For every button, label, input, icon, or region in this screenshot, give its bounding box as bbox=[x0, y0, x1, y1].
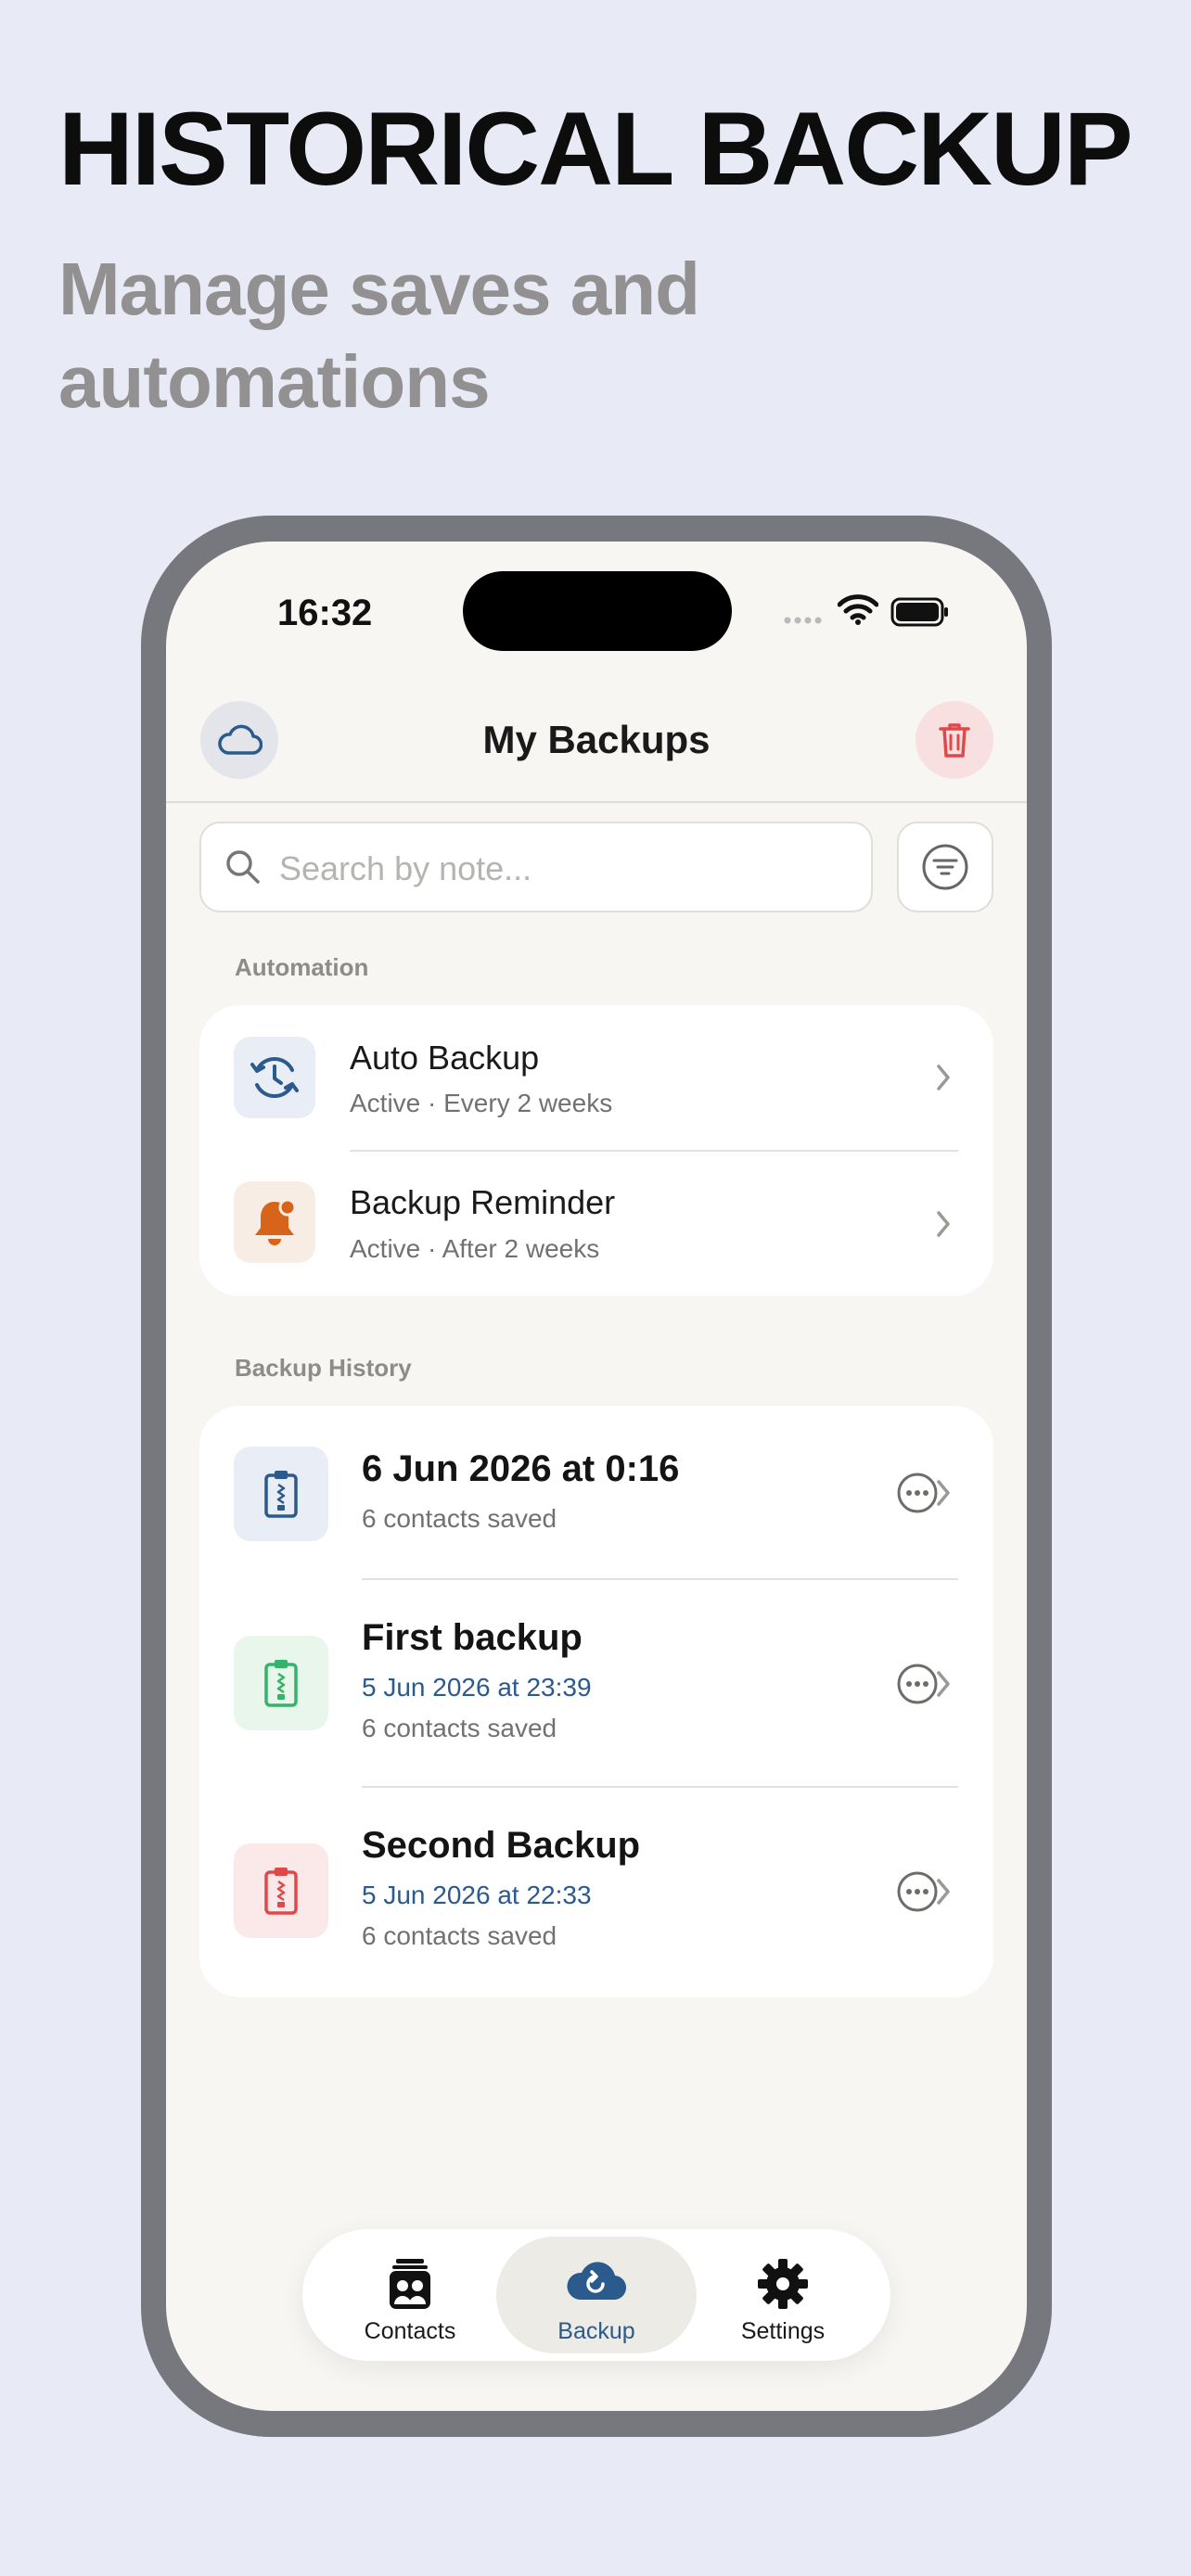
tab-backup-label: Backup bbox=[557, 2318, 635, 2344]
archive-icon-tile bbox=[234, 1447, 328, 1541]
zip-file-icon bbox=[264, 1660, 298, 1707]
automation-row-auto-backup[interactable]: Auto Backup Active · Every 2 weeks bbox=[199, 1005, 993, 1150]
dynamic-island bbox=[463, 571, 732, 651]
more-options-icon[interactable] bbox=[895, 1869, 940, 1914]
backup-count: 6 contacts saved bbox=[362, 1921, 557, 1950]
promo-subheadline: Manage saves and automations bbox=[58, 248, 700, 423]
battery-icon bbox=[890, 597, 948, 627]
auto-backup-icon-tile bbox=[234, 1037, 315, 1118]
automation-row-backup-reminder[interactable]: Backup Reminder Active · After 2 weeks bbox=[199, 1152, 993, 1296]
clock-sync-icon bbox=[250, 1057, 299, 1098]
chevron-right-icon bbox=[937, 1480, 950, 1506]
tab-settings[interactable]: Settings bbox=[683, 2237, 883, 2353]
zip-file-icon bbox=[264, 1868, 298, 1915]
chevron-right-icon bbox=[937, 1879, 950, 1905]
tab-contacts[interactable]: Contacts bbox=[310, 2237, 510, 2353]
filter-icon bbox=[922, 844, 968, 890]
backup-count: 6 contacts saved bbox=[362, 1714, 557, 1742]
history-card: 6 Jun 2026 at 0:16 6 contacts saved Firs… bbox=[199, 1406, 993, 1997]
history-row[interactable]: First backup 5 Jun 2026 at 23:39 6 conta… bbox=[199, 1580, 993, 1786]
history-row[interactable]: 6 Jun 2026 at 0:16 6 contacts saved bbox=[199, 1406, 993, 1578]
search-icon bbox=[226, 850, 260, 884]
tab-settings-label: Settings bbox=[740, 2318, 826, 2344]
backup-title: First backup bbox=[362, 1617, 583, 1658]
chevron-right-icon bbox=[937, 1065, 950, 1090]
backup-count: 6 contacts saved bbox=[362, 1504, 557, 1533]
auto-backup-subtitle: Active · Every 2 weeks bbox=[350, 1089, 613, 1117]
chevron-right-icon bbox=[937, 1211, 950, 1237]
signal-icon bbox=[784, 617, 822, 624]
contacts-icon bbox=[390, 2259, 430, 2309]
search-placeholder: Search by note... bbox=[279, 849, 532, 887]
trash-icon bbox=[939, 723, 970, 758]
reminder-icon-tile bbox=[234, 1181, 315, 1263]
backup-reminder-subtitle: Active · After 2 weeks bbox=[350, 1234, 600, 1263]
history-row[interactable]: Second Backup 5 Jun 2026 at 22:33 6 cont… bbox=[199, 1788, 993, 1997]
phone-frame: 16:32 My Backups Search by note... Autom… bbox=[141, 516, 1052, 2437]
tab-contacts-label: Contacts bbox=[364, 2318, 456, 2344]
backup-title: 6 Jun 2026 at 0:16 bbox=[362, 1448, 680, 1489]
more-options-icon[interactable] bbox=[895, 1471, 940, 1515]
cloud-backup-icon bbox=[567, 2262, 627, 2301]
backup-reminder-title: Backup Reminder bbox=[350, 1183, 616, 1221]
delete-button[interactable] bbox=[916, 701, 993, 779]
auto-backup-title: Auto Backup bbox=[350, 1039, 540, 1077]
automation-section-label: Automation bbox=[235, 953, 369, 981]
archive-icon-tile bbox=[234, 1843, 328, 1938]
search-input[interactable]: Search by note... bbox=[199, 822, 873, 912]
zip-file-icon bbox=[264, 1471, 298, 1518]
backup-date: 5 Jun 2026 at 22:33 bbox=[362, 1881, 592, 1909]
wifi-icon bbox=[838, 594, 878, 625]
status-time: 16:32 bbox=[277, 593, 373, 633]
tab-bar: Contacts Backup Settings bbox=[302, 2229, 890, 2361]
gear-icon bbox=[758, 2259, 808, 2309]
automation-card: Auto Backup Active · Every 2 weeks Backu… bbox=[199, 1005, 993, 1296]
backup-title: Second Backup bbox=[362, 1825, 641, 1866]
history-section-label: Backup History bbox=[235, 1354, 412, 1382]
more-options-icon[interactable] bbox=[895, 1662, 940, 1706]
backup-date: 5 Jun 2026 at 23:39 bbox=[362, 1673, 592, 1702]
chevron-right-icon bbox=[937, 1671, 950, 1697]
page-title: My Backups bbox=[482, 718, 711, 761]
app-screen: 16:32 My Backups Search by note... Autom… bbox=[166, 542, 1027, 2411]
header-divider bbox=[166, 801, 1027, 803]
filter-button[interactable] bbox=[897, 822, 993, 912]
promo-headline: HISTORICAL BACKUP bbox=[58, 91, 1133, 207]
tab-backup[interactable]: Backup bbox=[496, 2237, 697, 2353]
archive-icon-tile bbox=[234, 1636, 328, 1730]
bell-icon bbox=[255, 1198, 297, 1245]
